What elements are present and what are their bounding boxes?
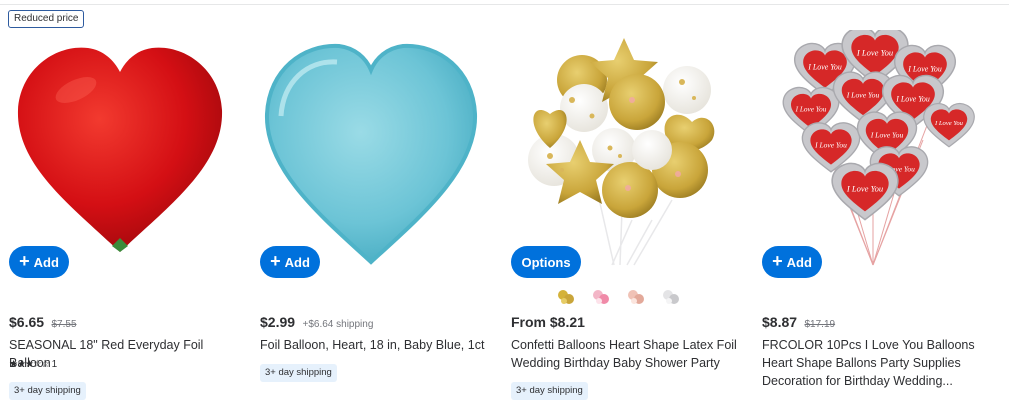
plus-icon: + [270,251,281,271]
product-card-i-love-you-balloons[interactable]: I Love You I Love You I Love You I Love You… [753,0,993,401]
current-price: From $8.21 [511,314,585,330]
shipping-tag: 3+ day shipping [9,382,86,400]
balloon-text: I Love You [846,184,883,194]
color-swatches [555,287,682,307]
was-price: $7.55 [51,319,77,330]
balloon-text: I Love You [870,130,904,139]
product-title[interactable]: Foil Balloon, Heart, 18 in, Baby Blue, 1… [260,336,492,354]
shipping-fee: +$6.64 shipping [302,319,374,330]
current-price: $6.65 [9,314,45,330]
rating: ★★★☆☆ 1 [9,359,57,370]
balloon-text: I Love You [934,120,964,127]
product-title[interactable]: FRCOLOR 10Pcs I Love You Balloons Heart … [762,336,994,390]
product-image-i-love-you-balloon-bunch[interactable]: I Love You I Love You I Love You I Love You… [753,30,993,270]
add-to-cart-button[interactable]: + Add [762,246,822,278]
swatch-silver[interactable] [660,287,682,307]
shipping-tag: 3+ day shipping [260,364,337,382]
product-card-blue-foil-balloon[interactable]: + Add $2.99 +$6.64 shipping Foil Balloon… [251,0,491,401]
product-title[interactable]: Confetti Balloons Heart Shape Latex Foil… [511,336,743,372]
i-love-you-heart-balloon: I Love You [831,162,899,221]
was-price: $17.19 [804,319,836,330]
options-button[interactable]: Options [511,246,581,278]
current-price: $8.87 [762,314,798,330]
balloon-text: I Love You [895,94,930,103]
review-count: 1 [51,359,58,370]
balloon-text: I Love You [846,90,880,99]
current-price: $2.99 [260,314,296,330]
price-row: From $8.21 [511,314,585,332]
star-rating-icon: ★★★☆☆ [9,359,50,370]
reduced-price-badge: Reduced price [8,10,85,28]
price-row: $6.65 $7.55 [9,314,77,332]
product-image-blue-heart-balloon[interactable] [251,30,491,270]
i-love-you-heart-balloon: I Love You [923,103,975,148]
price-row: $8.87 $17.19 [762,314,835,332]
product-image-red-heart-balloon[interactable] [0,30,240,270]
swatch-pink[interactable] [590,287,612,307]
swatch-gold[interactable] [555,287,577,307]
product-image-confetti-balloon-set[interactable] [502,30,742,270]
shipping-tag: 3+ day shipping [511,382,588,400]
balloon-text: I Love You [814,140,847,149]
balloon-text: I Love You [795,105,827,113]
product-card-red-foil-balloon[interactable]: Reduced price + Add $6.65 $7.55 SEASONAL… [0,0,240,401]
add-to-cart-button[interactable]: + Add [260,246,320,278]
balloon-text: I Love You [856,48,893,58]
swatch-rose-gold[interactable] [625,287,647,307]
add-to-cart-button[interactable]: + Add [9,246,69,278]
price-row: $2.99 +$6.64 shipping [260,314,373,332]
balloon-text: I Love You [807,62,842,71]
plus-icon: + [19,251,30,271]
plus-icon: + [772,251,783,271]
product-card-confetti-balloons[interactable]: Options From $8.21 Confetti Balloons Hea… [502,0,742,401]
balloon-text: I Love You [907,64,942,73]
